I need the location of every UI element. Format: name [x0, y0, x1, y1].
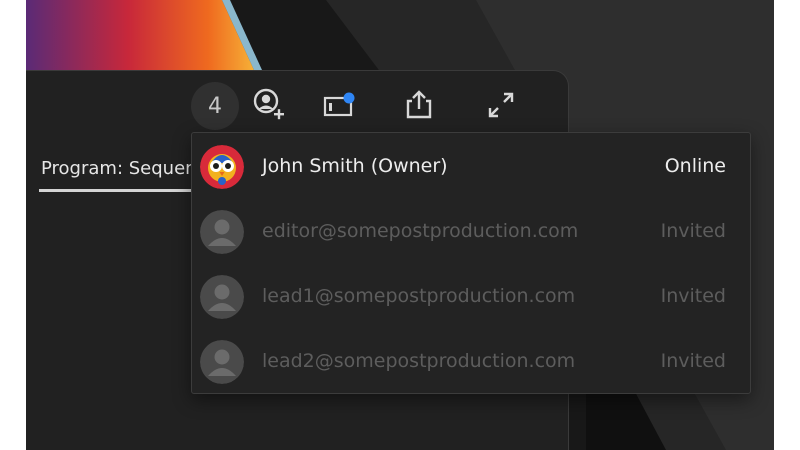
add-user-icon: [253, 88, 284, 120]
share-button[interactable]: [396, 82, 442, 128]
owl-avatar-icon: [200, 145, 244, 189]
fullscreen-icon: [488, 92, 514, 118]
collaborator-row-owner[interactable]: John Smith (Owner) Online: [192, 135, 750, 199]
app-window: 4 Program: Sequence: [26, 0, 774, 450]
tab-program-sequence[interactable]: Program: Sequence: [41, 158, 191, 184]
default-user-avatar-icon: [200, 210, 244, 254]
notifications-button[interactable]: [316, 82, 362, 128]
collaborator-name: John Smith (Owner): [262, 155, 448, 177]
collaborator-status: Invited: [660, 350, 726, 372]
collaborator-row[interactable]: lead1@somepostproduction.com Invited: [192, 265, 750, 329]
collaborator-name: lead1@somepostproduction.com: [262, 285, 576, 307]
invite-collaborator-button[interactable]: [246, 82, 292, 128]
collaborators-dropdown: John Smith (Owner) Online editor@somepos…: [191, 132, 751, 394]
notification-panel-icon: [323, 92, 355, 117]
collaborator-status: Invited: [660, 220, 726, 242]
collaborator-count-button[interactable]: 4: [191, 82, 239, 130]
collaborator-count: 4: [208, 93, 222, 119]
active-tab-indicator: [39, 189, 191, 192]
default-user-avatar-icon: [200, 275, 244, 319]
collaborator-name: editor@somepostproduction.com: [262, 220, 579, 242]
fullscreen-button[interactable]: [478, 82, 524, 128]
collaborator-row[interactable]: lead2@somepostproduction.com Invited: [192, 330, 750, 394]
collaborator-name: lead2@somepostproduction.com: [262, 350, 576, 372]
collaborator-status: Online: [664, 155, 726, 177]
collaborator-status: Invited: [660, 285, 726, 307]
default-user-avatar-icon: [200, 340, 244, 384]
share-icon: [406, 90, 432, 119]
collaborator-row[interactable]: editor@somepostproduction.com Invited: [192, 200, 750, 264]
